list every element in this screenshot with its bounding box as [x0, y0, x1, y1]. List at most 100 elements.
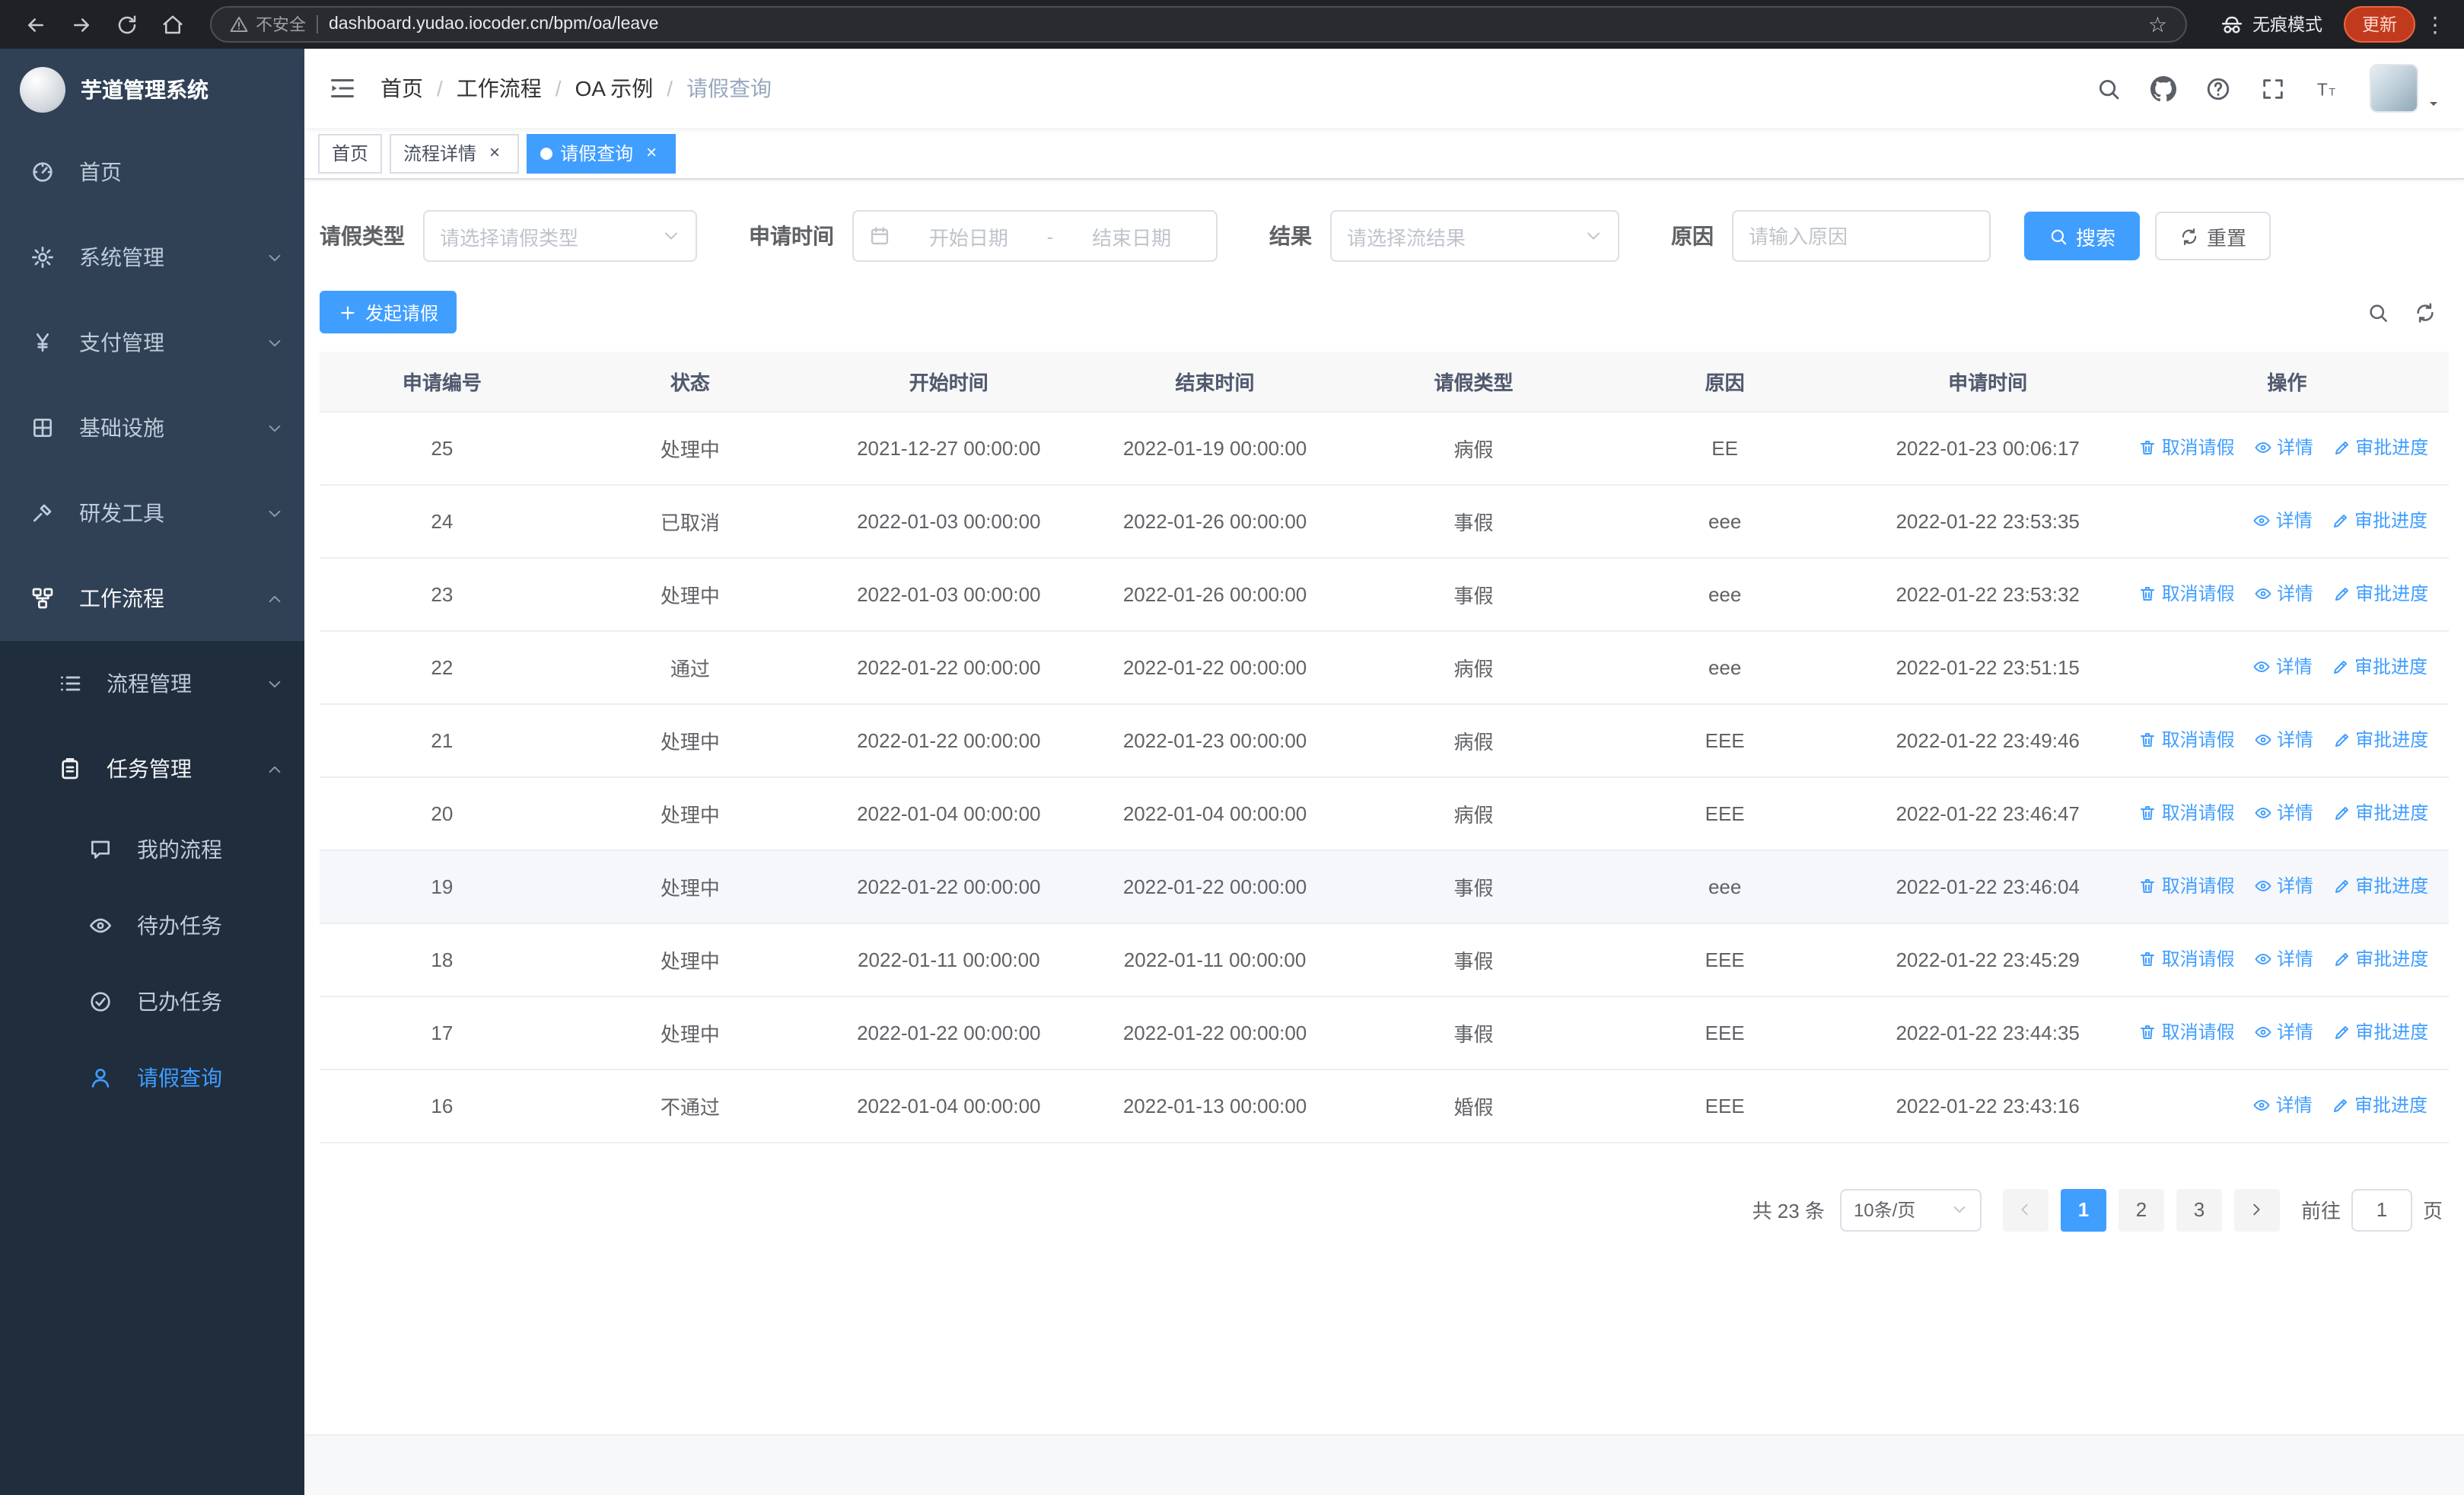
progress-link[interactable]: 审批进度: [2332, 873, 2428, 899]
url-text[interactable]: dashboard.yudao.iocoder.cn/bpm/oa/leave: [329, 15, 2138, 33]
cancel-leave-link[interactable]: 取消请假: [2139, 800, 2235, 826]
sidebar-item-task-mgmt[interactable]: 任务管理: [0, 726, 304, 811]
table-row[interactable]: 22 通过 2022-01-22 00:00:00 2022-01-22 00:…: [320, 630, 2449, 704]
svg-text:T: T: [2328, 86, 2335, 98]
table-row[interactable]: 20 处理中 2022-01-04 00:00:00 2022-01-04 00…: [320, 776, 2449, 850]
tab-home[interactable]: 首页: [318, 133, 383, 173]
table-row[interactable]: 21 处理中 2022-01-22 00:00:00 2022-01-23 00…: [320, 703, 2449, 777]
page-button-3[interactable]: 3: [2176, 1188, 2222, 1231]
github-icon[interactable]: [2135, 61, 2190, 116]
browser-update-button[interactable]: 更新: [2344, 6, 2415, 43]
progress-link[interactable]: 审批进度: [2332, 800, 2428, 826]
breadcrumb-item-workflow[interactable]: 工作流程: [457, 73, 542, 104]
back-icon[interactable]: [15, 6, 55, 43]
table-row[interactable]: 16 不通过 2022-01-04 00:00:00 2022-01-13 00…: [320, 1069, 2449, 1143]
help-icon[interactable]: [2190, 61, 2245, 116]
cancel-leave-link[interactable]: 取消请假: [2139, 581, 2235, 607]
tab-process-detail[interactable]: 流程详情 ×: [390, 133, 520, 173]
table-row[interactable]: 18 处理中 2022-01-11 00:00:00 2022-01-11 00…: [320, 923, 2449, 996]
reload-icon[interactable]: [107, 6, 146, 43]
close-icon[interactable]: ×: [641, 142, 662, 164]
cancel-leave-link[interactable]: 取消请假: [2139, 1019, 2235, 1045]
font-size-icon[interactable]: TT: [2300, 61, 2354, 116]
reason-input[interactable]: [1733, 212, 1989, 260]
hamburger-icon[interactable]: [304, 49, 380, 128]
search-icon[interactable]: [2080, 61, 2135, 116]
fullscreen-icon[interactable]: [2245, 61, 2300, 116]
goto-page-input[interactable]: [2351, 1188, 2412, 1231]
detail-link[interactable]: 详情: [2254, 581, 2313, 607]
sidebar-item-infra[interactable]: 基础设施: [0, 385, 304, 470]
breadcrumb-item-home[interactable]: 首页: [380, 73, 423, 104]
cancel-label: 取消请假: [2161, 875, 2235, 897]
next-page-button[interactable]: [2233, 1188, 2280, 1231]
table-row[interactable]: 24 已取消 2022-01-03 00:00:00 2022-01-26 00…: [320, 484, 2449, 558]
leave-type-select[interactable]: 请选择请假类型: [423, 210, 697, 262]
table-row[interactable]: 23 处理中 2022-01-03 00:00:00 2022-01-26 00…: [320, 557, 2449, 631]
progress-link[interactable]: 审批进度: [2332, 727, 2428, 753]
detail-link[interactable]: 详情: [2254, 1019, 2313, 1045]
detail-link[interactable]: 详情: [2253, 654, 2313, 680]
prev-page-button[interactable]: [2002, 1188, 2049, 1231]
sidebar-item-devtools[interactable]: 研发工具: [0, 470, 304, 556]
home-icon[interactable]: [152, 6, 192, 43]
cancel-leave-link[interactable]: 取消请假: [2139, 873, 2235, 899]
sidebar-item-todo-tasks[interactable]: 待办任务: [0, 888, 304, 964]
sidebar-item-process-mgmt[interactable]: 流程管理: [0, 641, 304, 726]
refresh-table-icon[interactable]: [2414, 301, 2437, 324]
date-range-picker[interactable]: 开始日期 - 结束日期: [852, 210, 1218, 262]
page-size-select[interactable]: 10条/页: [1839, 1188, 1982, 1231]
progress-link[interactable]: 审批进度: [2332, 581, 2428, 607]
detail-link[interactable]: 详情: [2254, 727, 2313, 753]
avatar[interactable]: [2370, 64, 2418, 113]
progress-link[interactable]: 审批进度: [2332, 654, 2427, 680]
detail-link[interactable]: 详情: [2254, 946, 2313, 972]
toggle-search-icon[interactable]: [2367, 301, 2389, 324]
bookmark-star-icon[interactable]: ☆: [2148, 14, 2167, 35]
page-button-2[interactable]: 2: [2118, 1188, 2164, 1231]
leave-table: 申请编号 状态 开始时间 结束时间 请假类型 原因 申请时间 操作 25 处理中…: [320, 352, 2449, 1143]
user-menu[interactable]: [2370, 64, 2443, 113]
cell-apply: 2022-01-22 23:44:35: [1850, 996, 2125, 1069]
table-row[interactable]: 19 处理中 2022-01-22 00:00:00 2022-01-22 00…: [320, 850, 2449, 923]
search-button[interactable]: 搜索: [2024, 212, 2141, 260]
progress-link[interactable]: 审批进度: [2332, 946, 2428, 972]
sidebar: 芋道管理系统 首页 系统管理 支付管理 基础设施 研发工具 工作流程 流程管理 任务管理 我的流…: [0, 49, 304, 1495]
detail-link[interactable]: 详情: [2254, 435, 2313, 461]
goto-suffix: 页: [2422, 1200, 2443, 1222]
detail-link[interactable]: 详情: [2253, 1092, 2313, 1118]
address-bar[interactable]: 不安全 dashboard.yudao.iocoder.cn/bpm/oa/le…: [210, 6, 2187, 43]
security-warning[interactable]: 不安全: [230, 12, 306, 37]
main-area: 首页 / 工作流程 / OA 示例 / 请假查询 TT 首页 流程详情 × 请假…: [304, 49, 2464, 1495]
forward-icon[interactable]: [61, 6, 100, 43]
detail-link[interactable]: 详情: [2253, 508, 2313, 534]
sidebar-item-my-process[interactable]: 我的流程: [0, 811, 304, 888]
reset-button[interactable]: 重置: [2155, 212, 2271, 260]
cancel-leave-link[interactable]: 取消请假: [2139, 435, 2235, 461]
progress-link[interactable]: 审批进度: [2332, 1092, 2427, 1118]
sidebar-item-leave-query[interactable]: 请假查询: [0, 1040, 304, 1116]
detail-link[interactable]: 详情: [2254, 873, 2313, 899]
sidebar-item-home[interactable]: 首页: [0, 129, 304, 215]
browser-menu-icon[interactable]: ⋮: [2421, 11, 2449, 37]
progress-link[interactable]: 审批进度: [2332, 435, 2428, 461]
cancel-leave-link[interactable]: 取消请假: [2139, 946, 2235, 972]
progress-link[interactable]: 审批进度: [2332, 508, 2427, 534]
page-button-1[interactable]: 1: [2060, 1188, 2106, 1231]
sidebar-logo[interactable]: 芋道管理系统: [0, 49, 304, 129]
sidebar-item-system[interactable]: 系统管理: [0, 215, 304, 300]
create-leave-button[interactable]: 发起请假: [320, 291, 457, 333]
sidebar-item-workflow[interactable]: 工作流程: [0, 556, 304, 641]
breadcrumb-item-oa[interactable]: OA 示例: [575, 73, 654, 104]
close-icon[interactable]: ×: [484, 142, 505, 164]
result-select[interactable]: 请选择流结果: [1330, 210, 1619, 262]
progress-label: 审批进度: [2355, 583, 2429, 605]
sidebar-item-payment[interactable]: 支付管理: [0, 300, 304, 385]
table-row[interactable]: 25 处理中 2021-12-27 00:00:00 2022-01-19 00…: [320, 411, 2449, 485]
detail-link[interactable]: 详情: [2254, 800, 2313, 826]
cancel-leave-link[interactable]: 取消请假: [2139, 727, 2235, 753]
table-row[interactable]: 17 处理中 2022-01-22 00:00:00 2022-01-22 00…: [320, 996, 2449, 1069]
progress-link[interactable]: 审批进度: [2332, 1019, 2428, 1045]
tab-leave-query[interactable]: 请假查询 ×: [527, 133, 676, 173]
sidebar-item-done-tasks[interactable]: 已办任务: [0, 964, 304, 1040]
